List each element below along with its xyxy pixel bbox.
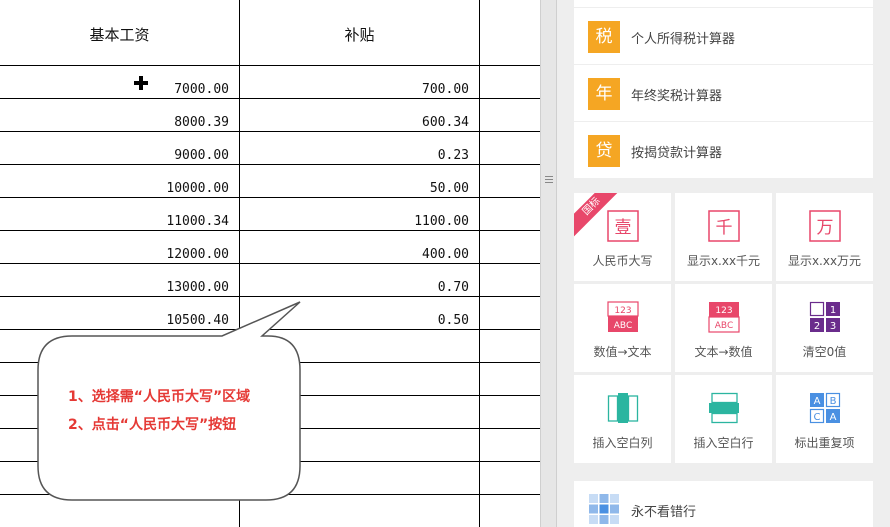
tax-icon: 税 <box>588 21 620 53</box>
icon-glyph: C <box>814 412 821 423</box>
never-misread-row-button[interactable]: 永不看错行 <box>574 481 873 527</box>
calculator-label: 年终奖税计算器 <box>631 89 723 104</box>
callout-step-1: 1、选择需“人民币大写”区域 <box>68 389 251 405</box>
text-to-number-button[interactable]: 123 ABC 文本→数值 <box>675 284 772 372</box>
insert-blank-row-icon <box>709 392 739 424</box>
grid-line <box>0 65 540 66</box>
cell-subsidy[interactable]: 400.00 <box>340 247 469 262</box>
header-base-salary[interactable]: 基本工资 <box>0 24 239 45</box>
pane-splitter[interactable] <box>540 0 557 527</box>
grid-line <box>0 461 540 462</box>
icon-glyph: 3 <box>830 321 836 332</box>
income-tax-calculator-item[interactable]: 税 个人所得税计算器 <box>574 8 873 65</box>
cell-cursor-icon <box>134 76 148 90</box>
tool-label: 数值→文本 <box>593 345 652 359</box>
clear-zero-icon: 1 2 3 <box>809 301 840 332</box>
tool-label: 文本→数值 <box>694 345 753 359</box>
grid-line <box>0 362 540 363</box>
icon-glyph: 123 <box>614 306 631 316</box>
grid-line <box>0 494 540 495</box>
cell-base[interactable]: 13000.00 <box>100 280 229 295</box>
grid-line <box>0 329 540 330</box>
thousand-display-button[interactable]: 千 显示x.xx千元 <box>675 193 772 281</box>
cell-subsidy[interactable]: 1100.00 <box>340 214 469 229</box>
number-to-text-icon: 123 ABC <box>607 301 639 332</box>
cell-base[interactable]: 11000.34 <box>100 214 229 229</box>
thousand-icon: 千 <box>708 210 740 242</box>
grid-line <box>0 98 540 99</box>
cell-base[interactable]: 7000.00 <box>100 82 229 97</box>
calculator-list: 税 个人所得税计算器 年 年终奖税计算器 贷 按揭贷款计算器 <box>574 0 873 178</box>
clear-zero-button[interactable]: 1 2 3 清空0值 <box>776 284 873 372</box>
splitter-grip-icon[interactable] <box>545 176 553 186</box>
calculator-label: 按揭贷款计算器 <box>631 146 723 161</box>
row-highlight-icon <box>589 494 619 524</box>
icon-glyph: 123 <box>715 306 732 316</box>
insert-blank-column-button[interactable]: 插入空白列 <box>574 375 671 463</box>
cell-base[interactable]: 12000.00 <box>100 247 229 262</box>
icon-glyph: 万 <box>817 218 834 238</box>
grid-line <box>0 230 540 231</box>
text-to-number-icon: 123 ABC <box>708 302 740 333</box>
year-icon: 年 <box>588 78 620 110</box>
tools-panel: 税 个人所得税计算器 年 年终奖税计算器 贷 按揭贷款计算器 国标 壹 人民币大… <box>557 0 890 527</box>
grid-line <box>0 164 540 165</box>
cell-subsidy[interactable]: 600.34 <box>340 115 469 130</box>
header-subsidy[interactable]: 补贴 <box>240 24 479 45</box>
mortgage-calculator-item[interactable]: 贷 按揭贷款计算器 <box>574 122 873 179</box>
tool-label: 标出重复项 <box>794 436 855 450</box>
cell-subsidy[interactable]: 0.50 <box>340 313 469 328</box>
cell-base[interactable]: 8000.39 <box>100 115 229 130</box>
cell-base[interactable]: 10500.40 <box>100 313 229 328</box>
cell-subsidy[interactable]: 0.23 <box>340 148 469 163</box>
tool-label: 插入空白行 <box>693 436 754 450</box>
number-to-text-button[interactable]: 123 ABC 数值→文本 <box>574 284 671 372</box>
cell-subsidy[interactable]: 0.70 <box>340 280 469 295</box>
ten-thousand-display-button[interactable]: 万 显示x.xx万元 <box>776 193 873 281</box>
icon-glyph: ABC <box>715 321 733 331</box>
icon-glyph: 壹 <box>615 218 632 238</box>
spreadsheet-area[interactable]: 基本工资 补贴 7000.00 8000.39 9000.00 10000.00… <box>0 0 540 527</box>
cell-base[interactable]: 9000.00 <box>100 148 229 163</box>
icon-glyph: ABC <box>614 321 632 331</box>
icon-glyph: 1 <box>830 305 836 316</box>
calculator-label: 个人所得税计算器 <box>631 32 736 47</box>
callout-step-2: 2、点击“人民币大写”按钮 <box>68 417 237 433</box>
tool-label: 清空0值 <box>802 345 847 359</box>
icon-glyph: 千 <box>716 218 733 238</box>
tool-label: 显示x.xx万元 <box>787 254 862 268</box>
cell-base[interactable]: 10000.00 <box>100 181 229 196</box>
mark-duplicates-icon: A B C A <box>809 392 841 424</box>
cell-subsidy[interactable]: 50.00 <box>340 181 469 196</box>
tool-label: 插入空白列 <box>592 436 653 450</box>
insert-blank-row-button[interactable]: 插入空白行 <box>675 375 772 463</box>
rmb-uppercase-icon: 壹 <box>607 210 639 242</box>
grid-line <box>0 197 540 198</box>
grid-line <box>0 263 540 264</box>
icon-glyph: B <box>830 396 837 407</box>
ten-thousand-icon: 万 <box>809 210 841 242</box>
icon-glyph: A <box>830 412 837 423</box>
tool-grid: 国标 壹 人民币大写 千 显示x.xx千元 万 显示x.xx万元 123 ABC… <box>574 193 873 463</box>
grid-line <box>0 296 540 297</box>
loan-icon: 贷 <box>588 135 620 167</box>
tool-label: 显示x.xx千元 <box>686 254 761 268</box>
cell-subsidy[interactable]: 700.00 <box>340 82 469 97</box>
rmb-uppercase-button[interactable]: 国标 壹 人民币大写 <box>574 193 671 281</box>
grid-line <box>0 131 540 132</box>
insert-blank-column-icon <box>607 393 639 423</box>
year-end-bonus-calculator-item[interactable]: 年 年终奖税计算器 <box>574 65 873 122</box>
mark-duplicates-button[interactable]: A B C A 标出重复项 <box>776 375 873 463</box>
tool-label: 永不看错行 <box>631 505 697 520</box>
icon-glyph: 2 <box>814 321 820 332</box>
icon-glyph: A <box>814 396 821 407</box>
tool-label: 人民币大写 <box>592 254 653 268</box>
